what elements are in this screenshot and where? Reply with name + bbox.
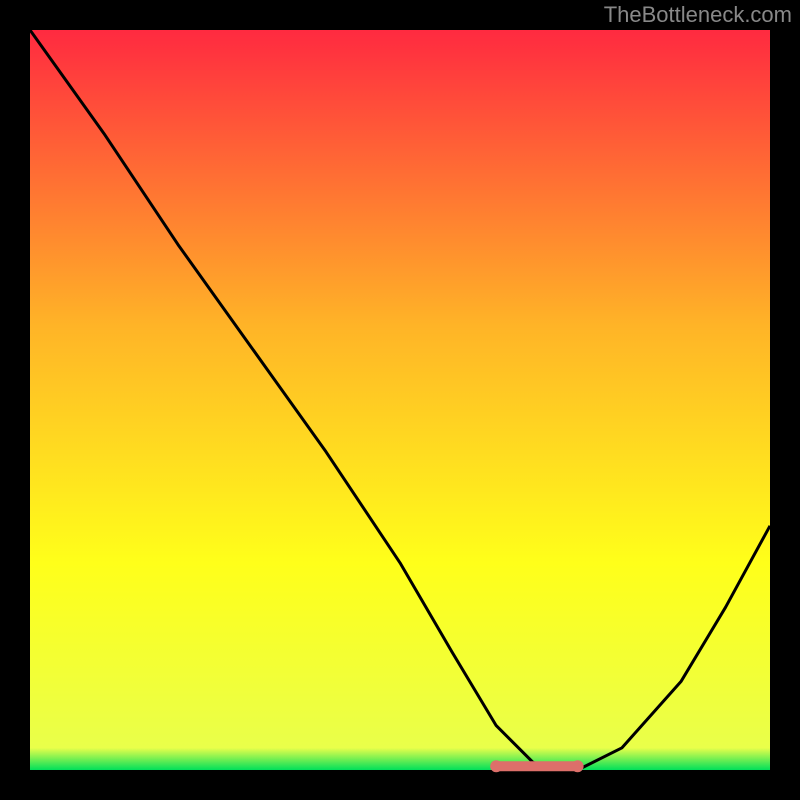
gradient-background [30, 30, 770, 770]
chart-frame: TheBottleneck.com [0, 0, 800, 800]
highlight-endpoint [572, 760, 584, 772]
bottleneck-chart [0, 0, 800, 800]
highlight-endpoint [490, 760, 502, 772]
watermark-text: TheBottleneck.com [604, 2, 792, 28]
